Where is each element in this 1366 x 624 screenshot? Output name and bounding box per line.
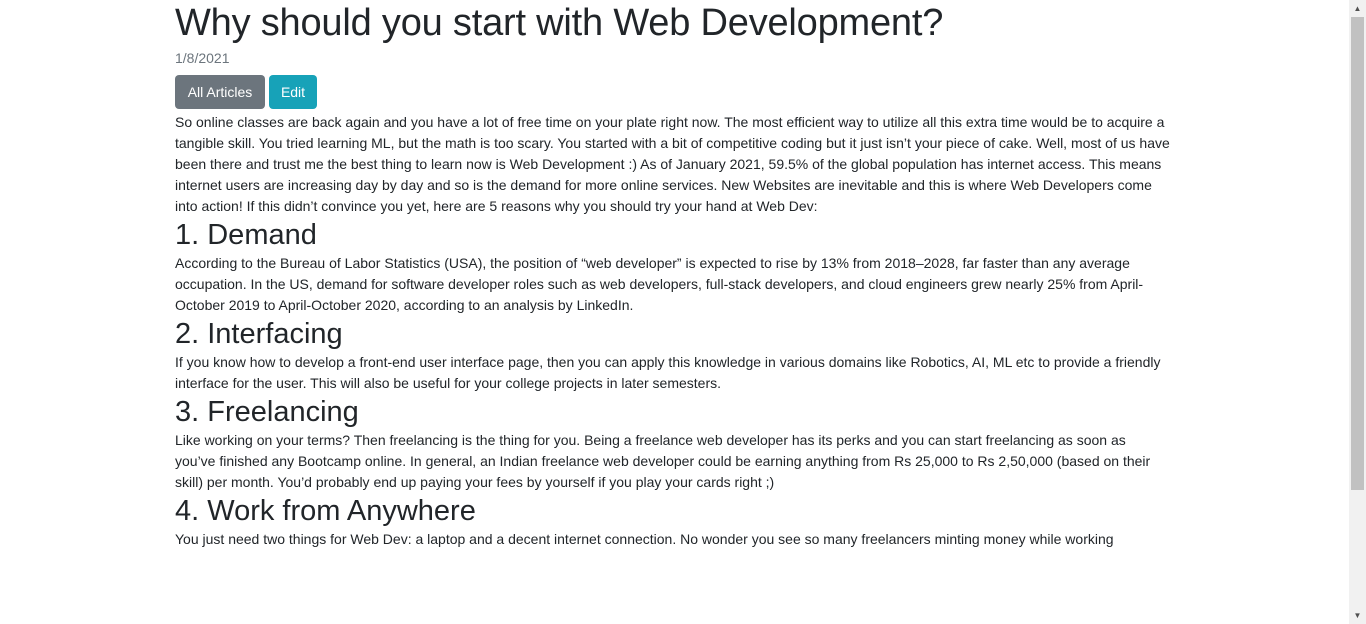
article-date: 1/8/2021 (175, 50, 230, 66)
article-container: Why should you start with Web Developmen… (175, 0, 1170, 550)
page-viewport: Why should you start with Web Developmen… (0, 0, 1366, 624)
section-body-freelancing: Like working on your terms? Then freelan… (175, 432, 1151, 490)
vertical-scrollbar[interactable]: ▲ ▼ (1349, 0, 1366, 624)
section-heading-freelancing: 3. Freelancing (175, 396, 359, 428)
scroll-down-arrow-icon[interactable]: ▼ (1349, 607, 1366, 624)
article-title: Why should you start with Web Developmen… (175, 2, 944, 44)
article-body: So online classes are back again and you… (175, 112, 1170, 550)
section-heading-interfacing: 2. Interfacing (175, 318, 343, 350)
section-heading-work-from-anywhere: 4. Work from Anywhere (175, 495, 476, 527)
edit-button[interactable]: Edit (269, 75, 317, 109)
section-body-work-from-anywhere: You just need two things for Web Dev: a … (175, 531, 1114, 547)
section-body-demand: According to the Bureau of Labor Statist… (175, 255, 1144, 313)
section-heading-demand: 1. Demand (175, 219, 317, 251)
article-actions: All Articles Edit (175, 75, 1170, 109)
scrollbar-thumb[interactable] (1351, 17, 1364, 490)
scroll-up-arrow-icon[interactable]: ▲ (1349, 0, 1366, 17)
all-articles-button[interactable]: All Articles (175, 75, 265, 109)
section-body-interfacing: If you know how to develop a front-end u… (175, 354, 1161, 391)
article-intro: So online classes are back again and you… (175, 114, 1170, 214)
